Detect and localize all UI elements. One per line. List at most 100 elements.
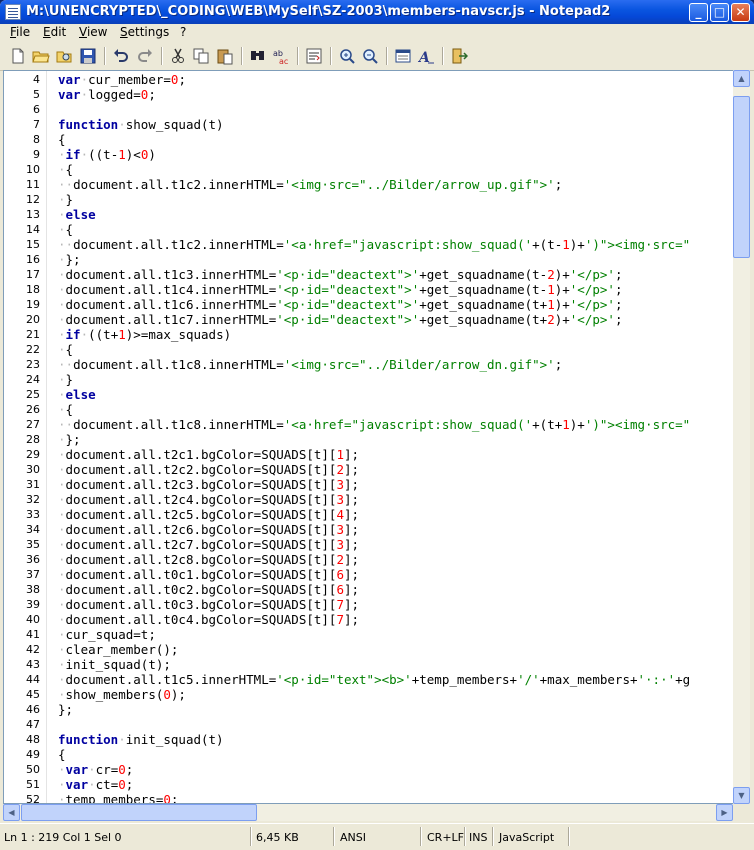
code-line[interactable]: 26 ·{ xyxy=(4,402,734,417)
code-line[interactable]: 43 ·init_squad(t); xyxy=(4,657,734,672)
zoom-out-icon[interactable] xyxy=(361,47,379,65)
browse-icon[interactable] xyxy=(55,47,73,65)
code-line[interactable]: 27 ··document.all.t1c8.innerHTML='<a·href… xyxy=(4,417,734,432)
code-line[interactable]: 10 ·{ xyxy=(4,162,734,177)
code-line[interactable]: 37 ·document.all.t0c1.bgColor=SQUADS[t][6… xyxy=(4,567,734,582)
status-encoding[interactable]: ANSI xyxy=(340,829,366,846)
status-lexer[interactable]: JavaScript xyxy=(499,829,554,846)
code-line[interactable]: 47 xyxy=(4,717,734,732)
menu-help[interactable]: ? xyxy=(180,25,186,39)
code-line[interactable]: 6 xyxy=(4,102,734,117)
code-line[interactable]: 28 ·}; xyxy=(4,432,734,447)
code-line[interactable]: 16 ·}; xyxy=(4,252,734,267)
code-token: cur_squad=t; xyxy=(65,627,156,642)
vertical-scrollbar[interactable]: ▲ ▼ xyxy=(733,70,750,804)
word-wrap-icon[interactable] xyxy=(305,47,323,65)
code-line[interactable]: 44 ·document.all.t1c5.innerHTML='<p·id="t… xyxy=(4,672,734,687)
code-line[interactable]: 13 ·else xyxy=(4,207,734,222)
code-line[interactable]: 18 ·document.all.t1c4.innerHTML='<p·id="d… xyxy=(4,282,734,297)
code-line[interactable]: 51 ·var·ct=0; xyxy=(4,777,734,792)
minimize-button[interactable]: _ xyxy=(689,3,708,22)
code-line[interactable]: 49 { xyxy=(4,747,734,762)
menu-file[interactable]: File xyxy=(10,25,30,39)
code-line[interactable]: 17 ·document.all.t1c3.innerHTML='<p·id="d… xyxy=(4,267,734,282)
code-token: 1 xyxy=(562,237,570,252)
code-line[interactable]: 4 var·cur_member=0; xyxy=(4,72,734,87)
toolbar-separator xyxy=(330,47,332,65)
code-line[interactable]: 36 ·document.all.t2c8.bgColor=SQUADS[t][2… xyxy=(4,552,734,567)
code-line[interactable]: 52 ·temp_members=0; xyxy=(4,792,734,803)
code-line[interactable]: 24 ·} xyxy=(4,372,734,387)
select-scheme-icon[interactable] xyxy=(394,47,412,65)
open-folder-icon[interactable] xyxy=(32,47,50,65)
code-line[interactable]: 39 ·document.all.t0c3.bgColor=SQUADS[t][7… xyxy=(4,597,734,612)
redo-icon[interactable] xyxy=(136,47,154,65)
code-line[interactable]: 12 ·} xyxy=(4,192,734,207)
horizontal-scrollbar[interactable]: ◀ ▶ xyxy=(3,804,733,821)
code-line[interactable]: 29 ·document.all.t2c1.bgColor=SQUADS[t][1… xyxy=(4,447,734,462)
zoom-in-icon[interactable] xyxy=(338,47,356,65)
menu-view[interactable]: View xyxy=(79,25,107,39)
horizontal-scroll-thumb[interactable] xyxy=(21,804,257,821)
close-button[interactable]: ✕ xyxy=(731,3,750,22)
code-line[interactable]: 9 ·if·((t-1)<0) xyxy=(4,147,734,162)
code-token: · xyxy=(58,432,66,447)
cut-icon[interactable] xyxy=(169,47,187,65)
status-line-endings[interactable]: CR+LF xyxy=(427,829,464,846)
line-number: 25 xyxy=(26,388,40,401)
code-line[interactable]: 40 ·document.all.t0c4.bgColor=SQUADS[t][7… xyxy=(4,612,734,627)
code-line[interactable]: 30 ·document.all.t2c2.bgColor=SQUADS[t][2… xyxy=(4,462,734,477)
scroll-down-button[interactable]: ▼ xyxy=(733,787,750,804)
vertical-scroll-thumb[interactable] xyxy=(733,96,750,258)
copy-icon[interactable] xyxy=(192,47,210,65)
code-editor[interactable]: 4 var·cur_member=0; 5 var·logged=0; 6 7 functi… xyxy=(3,70,735,804)
paste-icon[interactable] xyxy=(216,47,234,65)
code-line[interactable]: 5 var·logged=0; xyxy=(4,87,734,102)
menu-edit[interactable]: Edit xyxy=(43,25,66,39)
font-icon[interactable]: A xyxy=(417,47,435,65)
code-token: if xyxy=(65,327,81,342)
find-icon[interactable] xyxy=(249,47,267,65)
scroll-right-button[interactable]: ▶ xyxy=(716,804,733,821)
code-line[interactable]: 19 ·document.all.t1c6.innerHTML='<p·id="d… xyxy=(4,297,734,312)
undo-icon[interactable] xyxy=(112,47,130,65)
title-bar[interactable]: M:\UNENCRYPTED\_CODING\WEB\MySelf\SZ-200… xyxy=(0,0,754,24)
code-line[interactable]: 48 function·init_squad(t) xyxy=(4,732,734,747)
code-line[interactable]: 46}; xyxy=(4,702,734,717)
code-line[interactable]: 7 function·show_squad(t) xyxy=(4,117,734,132)
save-icon[interactable] xyxy=(79,47,97,65)
code-line[interactable]: 31 ·document.all.t2c3.bgColor=SQUADS[t][3… xyxy=(4,477,734,492)
code-line[interactable]: 20 ·document.all.t1c7.innerHTML='<p·id="d… xyxy=(4,312,734,327)
notepad-app-icon[interactable] xyxy=(5,4,21,20)
code-line[interactable]: 11 ··document.all.t1c2.innerHTML='<img·sr… xyxy=(4,177,734,192)
code-token: }; xyxy=(65,252,81,267)
code-line[interactable]: 23 ··document.all.t1c8.innerHTML='<img·sr… xyxy=(4,357,734,372)
code-line[interactable]: 41 ·cur_squad=t; xyxy=(4,627,734,642)
code-line[interactable]: 38 ·document.all.t0c2.bgColor=SQUADS[t][6… xyxy=(4,582,734,597)
code-token: 2 xyxy=(547,267,555,282)
code-text: ·cur_squad=t; xyxy=(58,627,156,642)
code-token: · xyxy=(58,672,66,687)
code-line[interactable]: 8{ xyxy=(4,132,734,147)
code-line[interactable]: 22 ·{ xyxy=(4,342,734,357)
code-line[interactable]: 25 ·else xyxy=(4,387,734,402)
code-line[interactable]: 14 ·{ xyxy=(4,222,734,237)
status-insert-mode[interactable]: INS xyxy=(469,829,487,846)
menu-settings[interactable]: Settings xyxy=(120,25,169,39)
scroll-left-button[interactable]: ◀ xyxy=(3,804,20,821)
code-line[interactable]: 35 ·document.all.t2c7.bgColor=SQUADS[t][3… xyxy=(4,537,734,552)
code-line[interactable]: 50 ·var·cr=0; xyxy=(4,762,734,777)
code-line[interactable]: 15 ··document.all.t1c2.innerHTML='<a·href… xyxy=(4,237,734,252)
replace-icon[interactable]: abac xyxy=(272,47,290,65)
code-line[interactable]: 21 ·if·((t+1)>=max_squads) xyxy=(4,327,734,342)
code-line[interactable]: 34 ·document.all.t2c6.bgColor=SQUADS[t][3… xyxy=(4,522,734,537)
code-line[interactable]: 45 ·show_members(0); xyxy=(4,687,734,702)
exit-icon[interactable] xyxy=(450,47,468,65)
code-line[interactable]: 42 ·clear_member(); xyxy=(4,642,734,657)
scroll-up-button[interactable]: ▲ xyxy=(733,70,750,87)
code-token: · xyxy=(58,657,66,672)
code-line[interactable]: 32 ·document.all.t2c4.bgColor=SQUADS[t][3… xyxy=(4,492,734,507)
maximize-button[interactable]: □ xyxy=(710,3,729,22)
code-line[interactable]: 33 ·document.all.t2c5.bgColor=SQUADS[t][4… xyxy=(4,507,734,522)
new-file-icon[interactable] xyxy=(9,47,27,65)
